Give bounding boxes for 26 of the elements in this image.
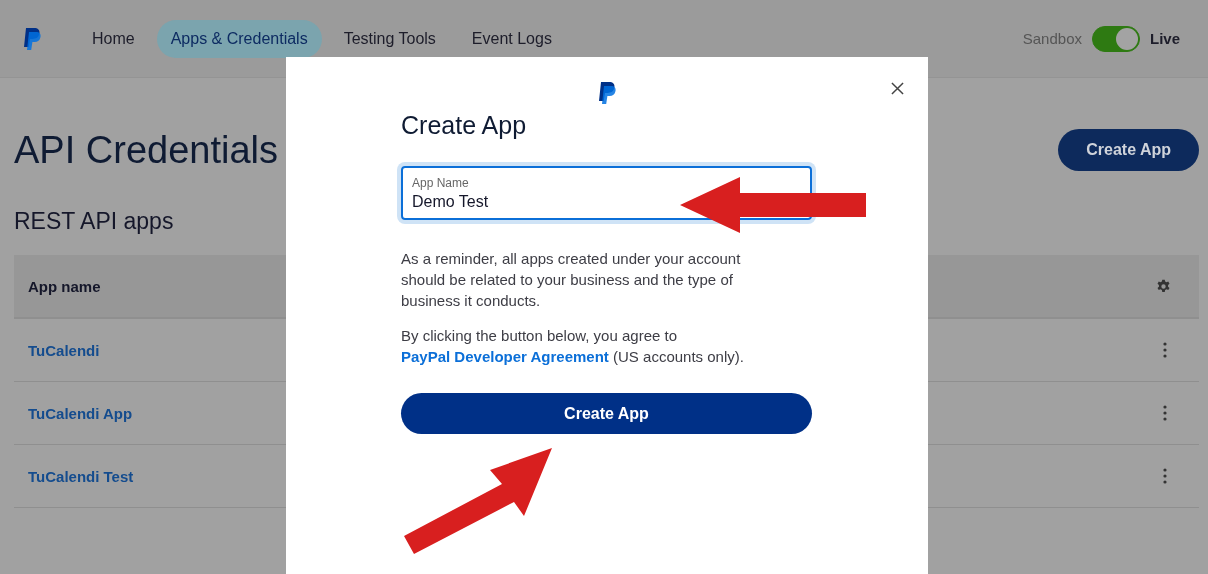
nav-tab[interactable]: Apps & Credentials xyxy=(156,19,322,58)
more-options-icon[interactable] xyxy=(1163,468,1167,484)
reminder-text: As a reminder, all apps created under your account should be related to your business and the type of business it conducts. xyxy=(401,249,742,311)
settings-icon[interactable] xyxy=(1156,278,1171,294)
nav-tab[interactable]: Event Logs xyxy=(457,19,566,58)
create-app-button[interactable]: Create App xyxy=(401,393,812,434)
create-app-button[interactable]: Create App xyxy=(1058,129,1199,171)
sandbox-label: Sandbox xyxy=(1022,30,1082,47)
more-options-icon[interactable] xyxy=(1163,342,1167,358)
page-title: API Credentials xyxy=(14,128,278,172)
app-name-link[interactable]: TuCalendi App xyxy=(28,404,133,422)
live-label: Live xyxy=(1150,30,1180,47)
close-icon[interactable] xyxy=(891,82,904,95)
nav-tab[interactable]: Home xyxy=(78,19,149,58)
more-options-icon[interactable] xyxy=(1163,405,1167,421)
paypal-logo xyxy=(22,26,42,51)
app-name-link[interactable]: TuCalendi Test xyxy=(28,467,134,485)
app-name-link[interactable]: TuCalendi xyxy=(28,341,100,359)
nav-tab[interactable]: Testing Tools xyxy=(329,19,450,58)
section-title: REST API apps xyxy=(14,208,175,235)
agreement-link[interactable]: PayPal Developer Agreement xyxy=(401,348,609,365)
environment-toggle[interactable] xyxy=(1092,25,1140,52)
agreement-text: By clicking the button below, you agree to PayPal Developer Agreement (US accounts only). xyxy=(401,326,745,367)
column-header: App name xyxy=(28,277,101,295)
dialog-title: Create App xyxy=(401,111,528,140)
paypal-logo xyxy=(597,81,617,105)
